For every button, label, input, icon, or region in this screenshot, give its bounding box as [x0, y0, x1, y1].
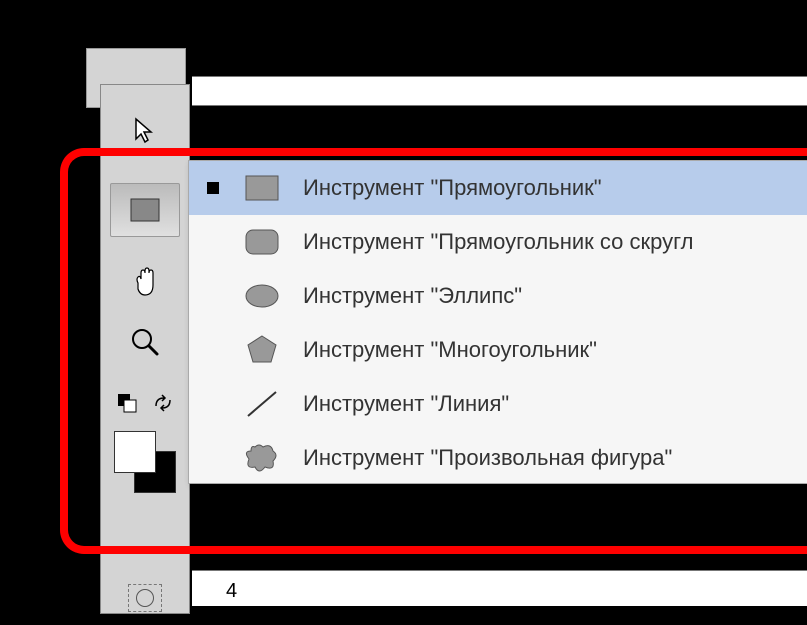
mask-mode-row	[100, 580, 190, 616]
ruler-horizontal-bottom	[192, 570, 807, 606]
quick-mask-toggle[interactable]	[128, 584, 162, 612]
ruler-tick-label: 4	[226, 580, 237, 603]
circle-icon	[136, 589, 154, 607]
ruler-horizontal-top	[192, 76, 807, 106]
cursor-icon	[132, 117, 158, 147]
highlight-box	[60, 148, 807, 554]
